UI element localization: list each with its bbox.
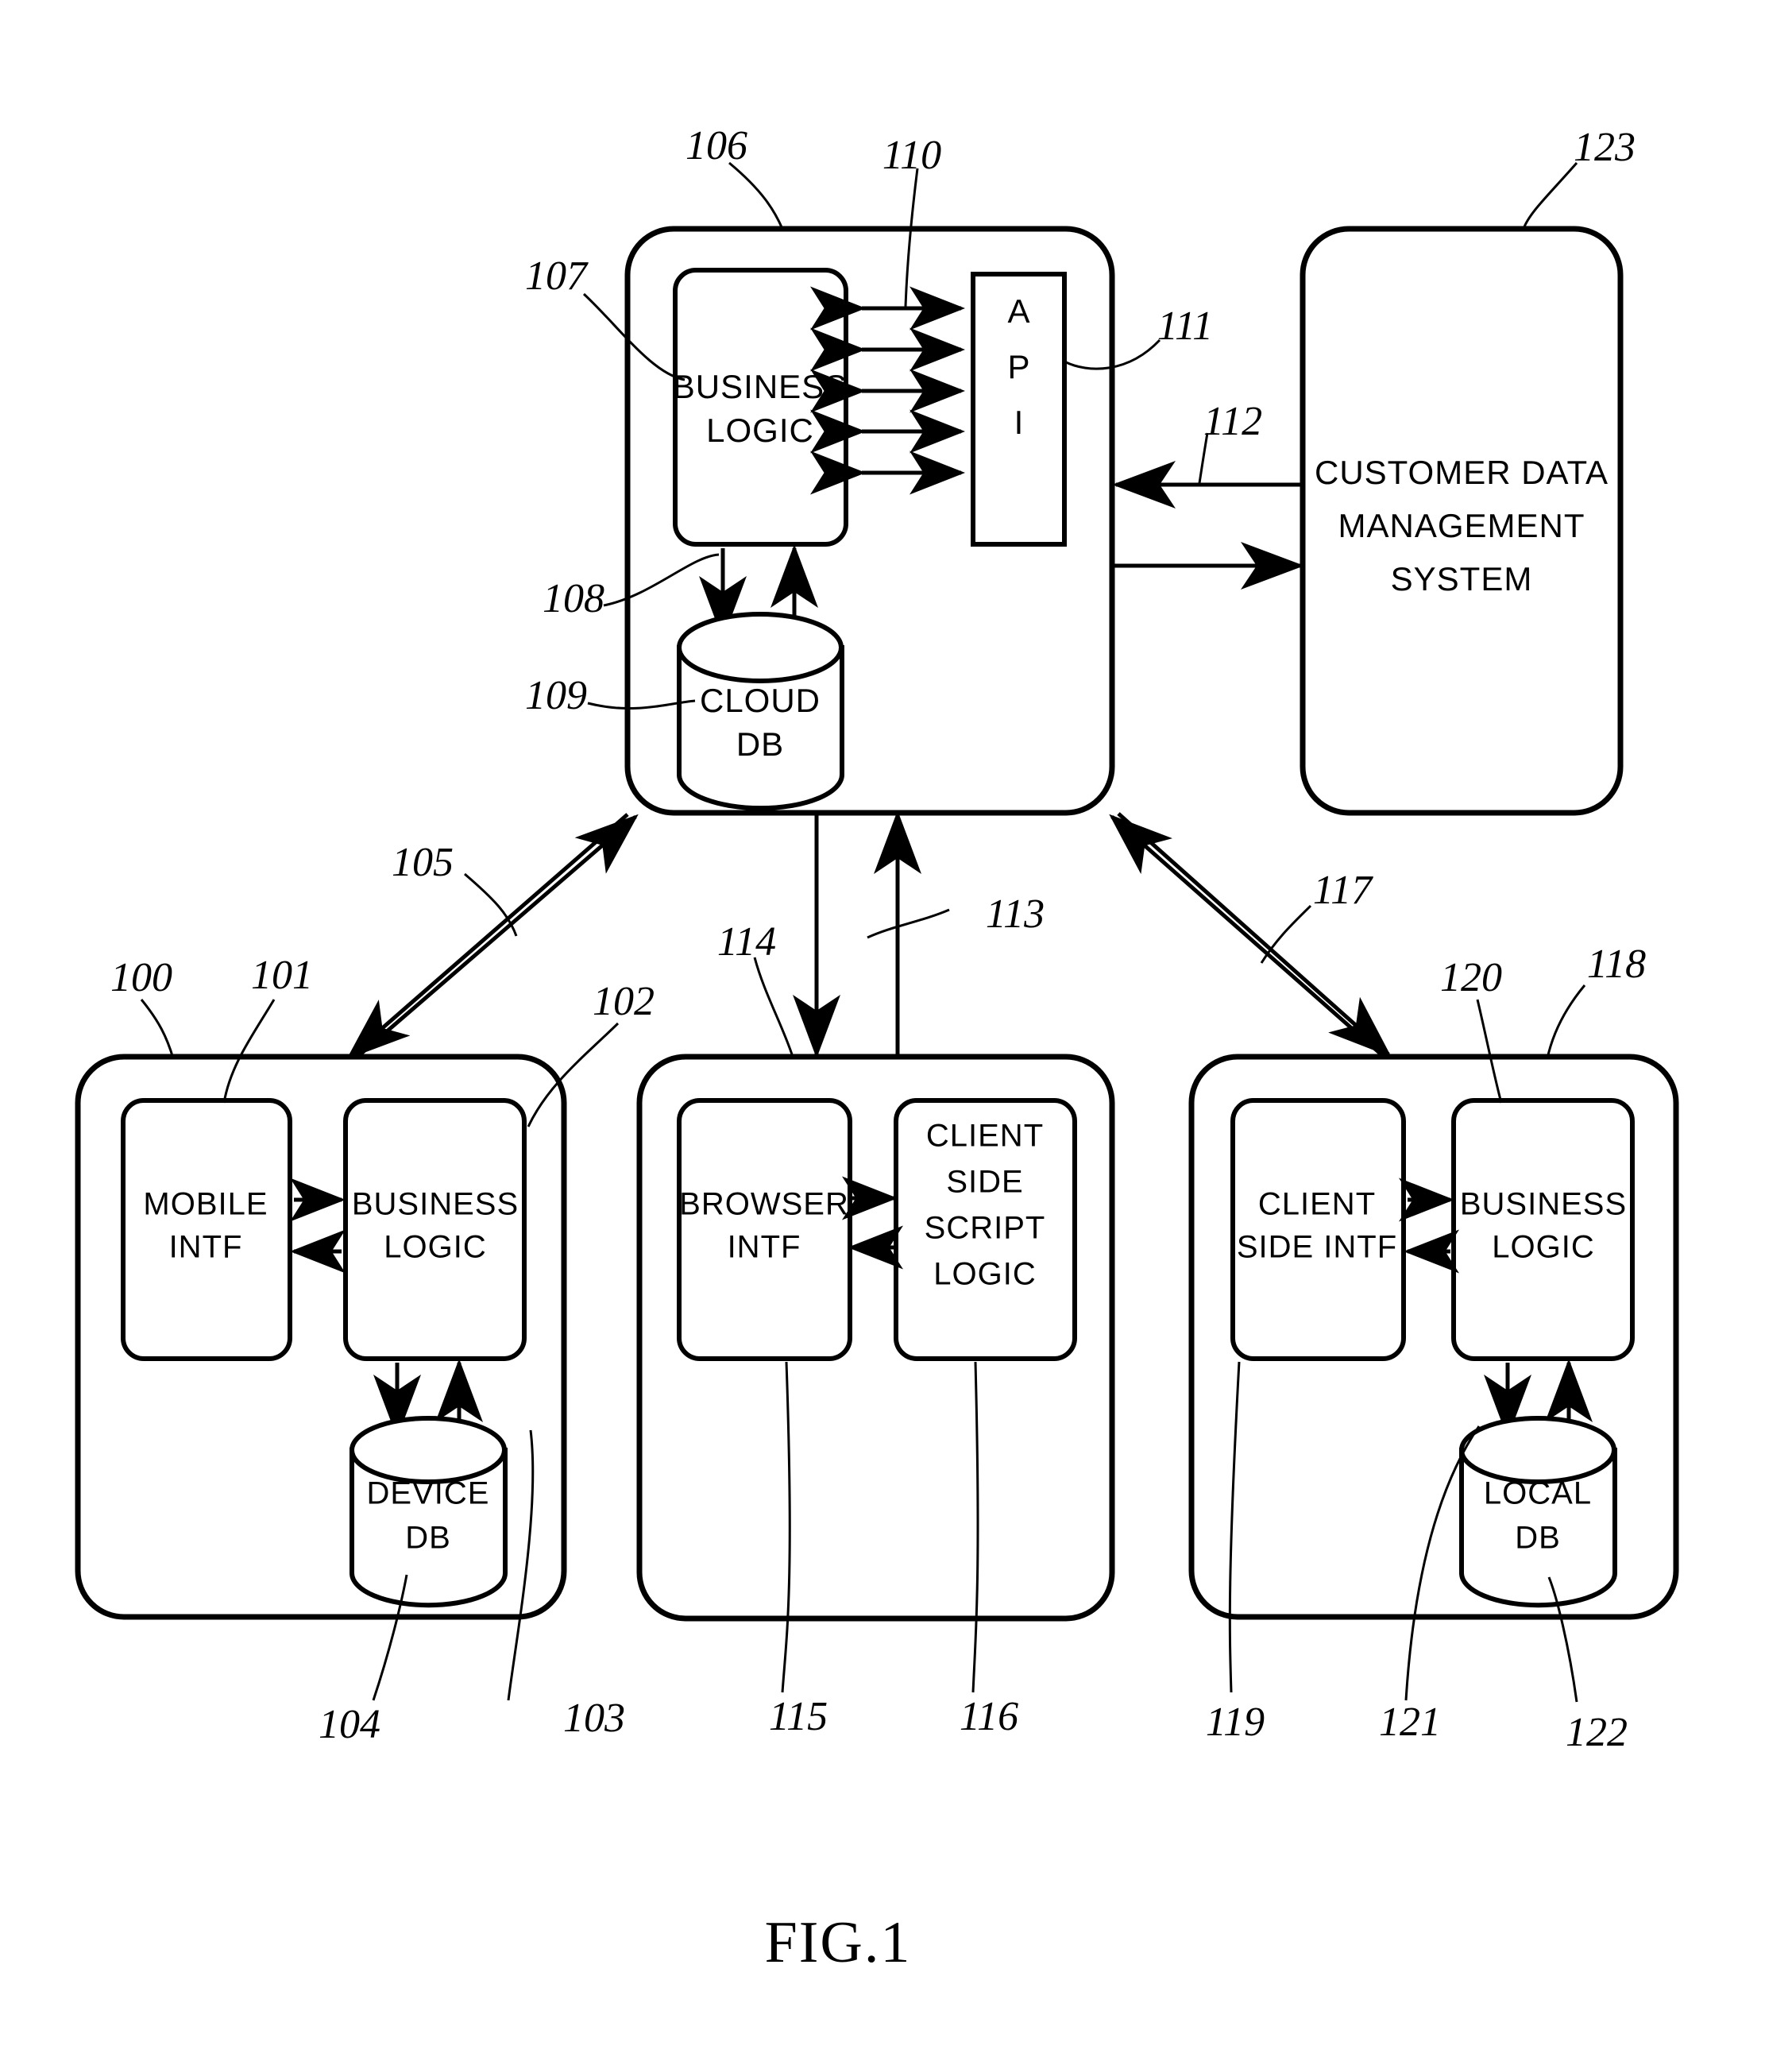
device-db-line2: DB bbox=[405, 1521, 451, 1556]
ref-115: 115 bbox=[769, 1694, 828, 1739]
device-db-line1: DEVICE bbox=[367, 1476, 490, 1511]
leader-116 bbox=[971, 1361, 979, 1693]
leader-106 bbox=[728, 161, 784, 230]
api-letter-a: A bbox=[1007, 292, 1030, 330]
client-logic-line2: LOGIC bbox=[1492, 1230, 1594, 1265]
ref-108: 108 bbox=[543, 576, 604, 621]
figure-caption: FIG.1 bbox=[765, 1910, 912, 1975]
client-intf-line1: CLIENT bbox=[1258, 1187, 1376, 1222]
leader-123 bbox=[1522, 162, 1578, 230]
ref-112: 112 bbox=[1203, 399, 1262, 444]
leader-119 bbox=[1228, 1361, 1241, 1693]
leader-103 bbox=[507, 1429, 535, 1701]
client-to-cloud-arrow bbox=[1109, 814, 1384, 1057]
cloud-to-client-arrow bbox=[1117, 812, 1392, 1058]
leader-100 bbox=[140, 999, 175, 1059]
cdms-line2: MANAGEMENT bbox=[1338, 507, 1585, 544]
cdms-line1: CUSTOMER DATA bbox=[1315, 454, 1609, 491]
leader-101 bbox=[222, 999, 276, 1104]
ref-104: 104 bbox=[319, 1702, 380, 1747]
cdms-line3: SYSTEM bbox=[1391, 560, 1533, 597]
cloud-logic-line1: BUSINESS bbox=[673, 368, 848, 405]
ref-118: 118 bbox=[1587, 942, 1646, 987]
ref-116: 116 bbox=[960, 1694, 1018, 1739]
ref-103: 103 bbox=[563, 1696, 625, 1741]
script-line2: SIDE bbox=[946, 1165, 1023, 1200]
business-logic-api-links bbox=[810, 286, 965, 495]
script-line3: SCRIPT bbox=[925, 1211, 1046, 1246]
cloud-business-logic-box bbox=[673, 268, 848, 547]
ref-106: 106 bbox=[686, 123, 747, 168]
ref-114: 114 bbox=[717, 919, 776, 965]
browser-intf-line2: INTF bbox=[728, 1230, 801, 1265]
client-logic-line1: BUSINESS bbox=[1460, 1187, 1627, 1222]
mobile-logic-line2: LOGIC bbox=[384, 1230, 486, 1265]
script-line4: LOGIC bbox=[933, 1257, 1036, 1292]
ref-101: 101 bbox=[251, 953, 313, 998]
leader-114 bbox=[753, 957, 794, 1058]
cloud-db-line2: DB bbox=[736, 725, 784, 763]
ref-110: 110 bbox=[882, 133, 941, 178]
local-db-line2: DB bbox=[1515, 1521, 1561, 1556]
ref-120: 120 bbox=[1440, 955, 1502, 1000]
ref-113: 113 bbox=[986, 891, 1045, 937]
ref-102: 102 bbox=[593, 979, 655, 1024]
ref-105: 105 bbox=[392, 840, 454, 885]
ref-123: 123 bbox=[1574, 125, 1636, 170]
leader-107 bbox=[582, 292, 686, 381]
leader-108 bbox=[603, 553, 720, 607]
leader-102 bbox=[527, 1022, 620, 1127]
cloud-db-line1: CLOUD bbox=[700, 682, 821, 719]
ref-111: 111 bbox=[1157, 304, 1213, 349]
mobile-intf-line2: INTF bbox=[169, 1230, 243, 1265]
mobile-intf-line1: MOBILE bbox=[143, 1187, 268, 1222]
device-db-cylinder bbox=[350, 1416, 508, 1608]
leader-118 bbox=[1546, 984, 1586, 1059]
ref-119: 119 bbox=[1206, 1700, 1265, 1745]
patent-figure: BUSINESS LOGIC A P I CLOUD DB CUSTOMER D… bbox=[0, 0, 1792, 2069]
leader-120 bbox=[1476, 999, 1503, 1104]
mobile-logic-line1: BUSINESS bbox=[352, 1187, 519, 1222]
leader-113 bbox=[867, 908, 950, 939]
diagram-canvas: BUSINESS LOGIC A P I CLOUD DB CUSTOMER D… bbox=[75, 123, 1679, 1975]
api-letter-p: P bbox=[1007, 348, 1030, 385]
ref-121: 121 bbox=[1379, 1700, 1441, 1745]
cloud-logic-line2: LOGIC bbox=[706, 412, 814, 449]
leader-115 bbox=[781, 1361, 791, 1693]
ref-100: 100 bbox=[110, 955, 172, 1000]
local-db-line1: LOCAL bbox=[1484, 1476, 1592, 1511]
leader-110 bbox=[904, 168, 919, 307]
script-line1: CLIENT bbox=[926, 1119, 1044, 1154]
api-letter-i: I bbox=[1014, 404, 1025, 441]
client-intf-line2: SIDE INTF bbox=[1237, 1230, 1397, 1265]
ref-109: 109 bbox=[525, 673, 587, 718]
local-db-cylinder bbox=[1459, 1416, 1617, 1608]
ref-117: 117 bbox=[1313, 868, 1373, 913]
ref-107: 107 bbox=[525, 253, 589, 299]
ref-122: 122 bbox=[1566, 1710, 1628, 1755]
browser-intf-line1: BROWSER bbox=[679, 1187, 849, 1222]
